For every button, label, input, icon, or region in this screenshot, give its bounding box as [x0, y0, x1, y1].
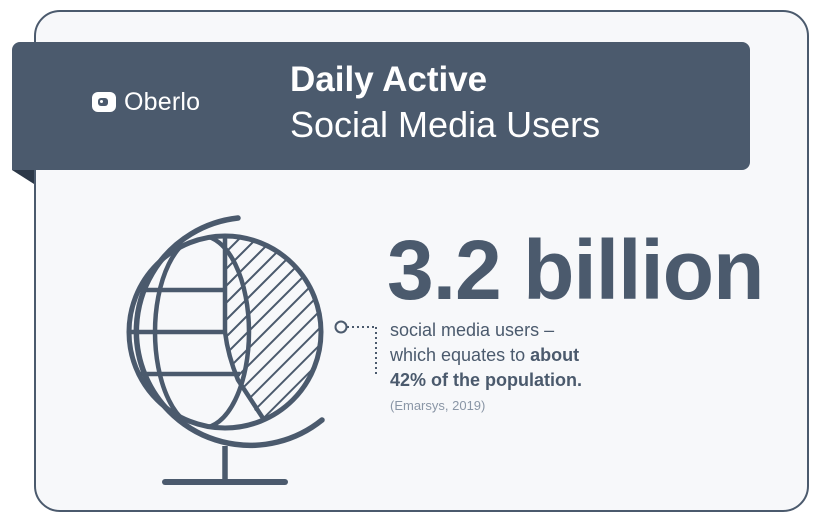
page-title-line2: Social Media Users: [290, 104, 601, 145]
desc-line3: 42% of the population.: [390, 368, 582, 393]
source-citation: (Emarsys, 2019): [390, 398, 486, 413]
desc-line1: social media users –: [390, 320, 555, 340]
desc-line2-plain: which equates to: [390, 345, 531, 365]
globe-sphere-icon: [129, 236, 321, 428]
logo-text: Oberlo: [124, 87, 201, 116]
oberlo-logo-icon: [92, 92, 116, 112]
desc-line2: which equates to about: [390, 343, 582, 368]
brand-logo: Oberlo: [92, 87, 201, 116]
page-title-line1: Daily Active: [290, 60, 488, 99]
desc-line3-bold: 42% of the population.: [390, 370, 582, 390]
leader-line: [334, 320, 377, 376]
banner-fold: [12, 170, 34, 184]
desc-line2-bold: about: [530, 345, 580, 365]
stat-value: 3.2 billion: [387, 223, 764, 317]
globe-illustration: [126, 215, 325, 485]
stat-description: social media users – which equates to ab…: [390, 318, 582, 393]
